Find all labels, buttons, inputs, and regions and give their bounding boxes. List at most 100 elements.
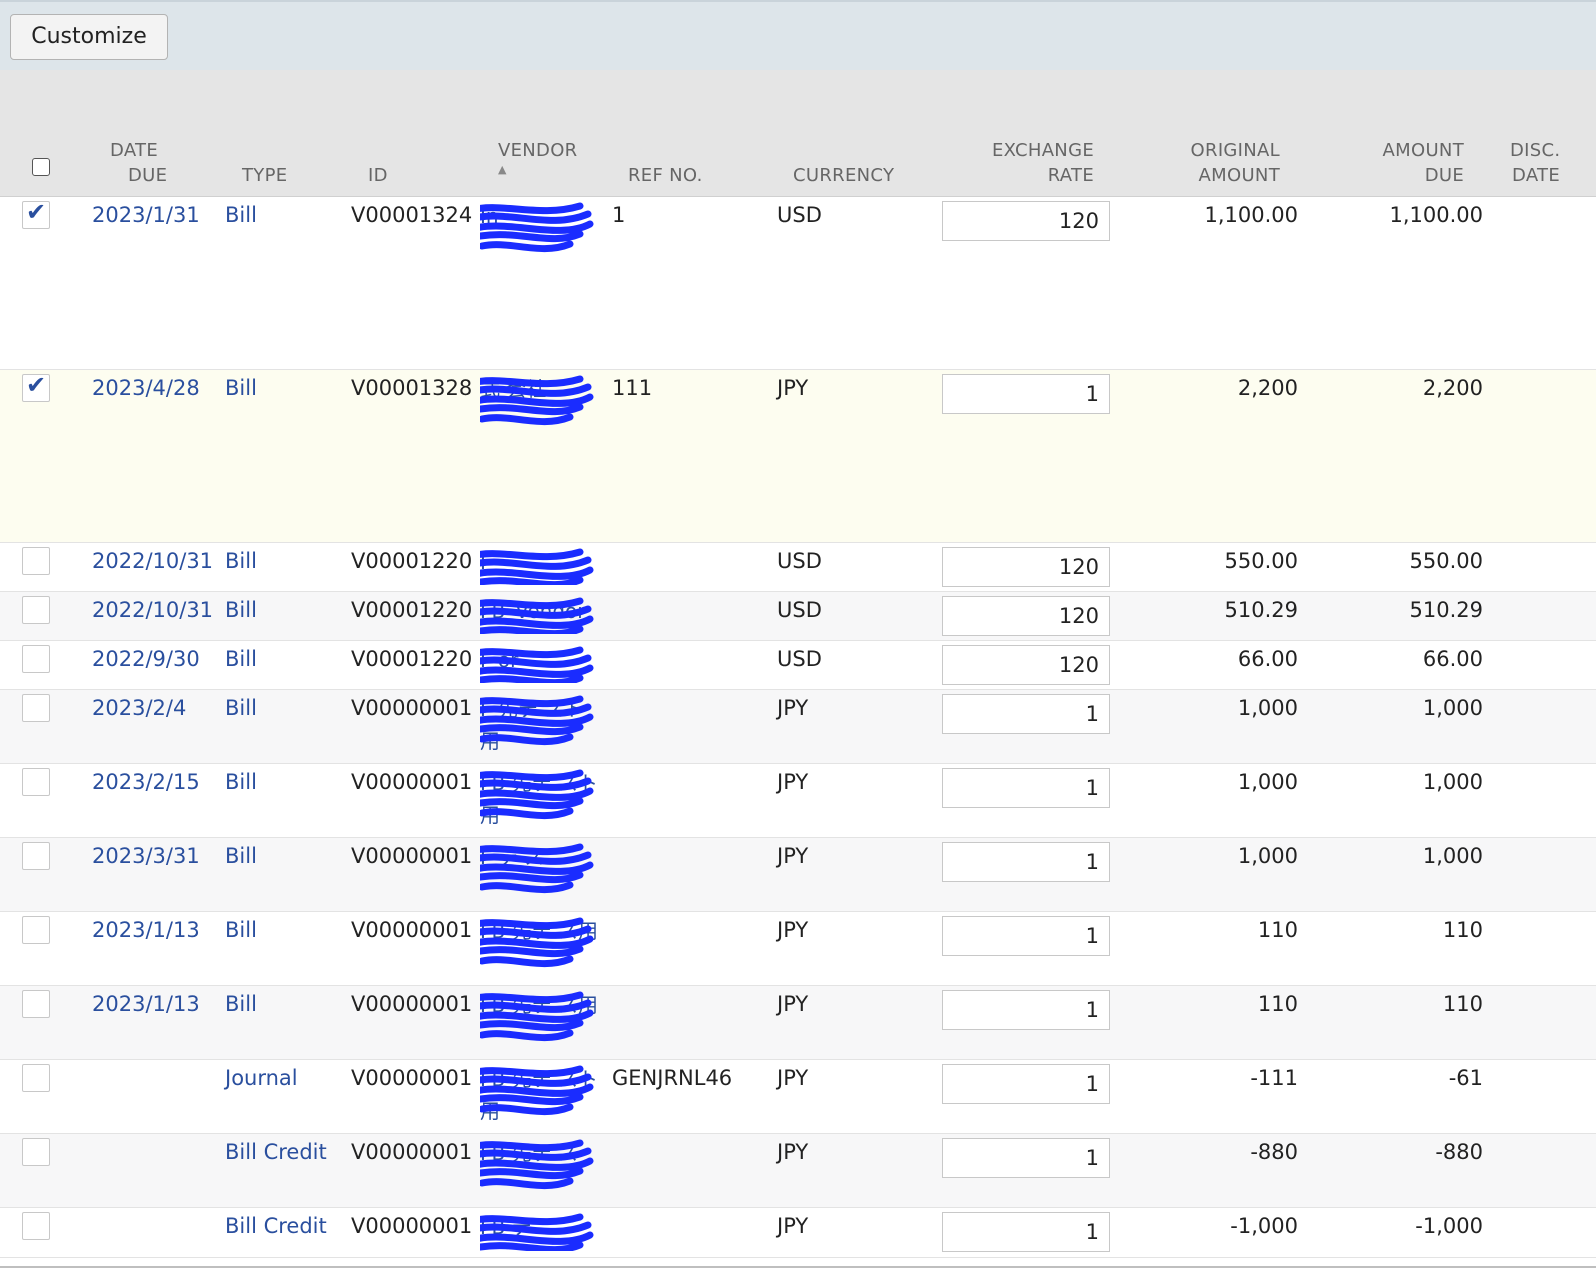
table-row[interactable]: 2023/3/31 Bill V00000001 F テ ス JPY 1 1,0… <box>0 838 1596 912</box>
exchange-rate-input[interactable]: 120 <box>942 201 1110 241</box>
transaction-type-link[interactable]: Bill Credit <box>225 1137 327 1167</box>
transaction-type-link[interactable]: Bill <box>225 915 257 945</box>
redaction-scribble <box>480 695 594 746</box>
column-header-date-due[interactable]: DATE DUE <box>110 138 167 188</box>
column-header-type[interactable]: TYPE <box>242 163 287 188</box>
vendor-link[interactable]: F テ ス <box>480 841 600 905</box>
table-row[interactable]: 2022/9/30 Bill V00001220 F or USD 120 66… <box>0 641 1596 690</box>
column-header-ref-no[interactable]: REF NO. <box>628 163 703 188</box>
exchange-rate-input[interactable]: 1 <box>942 916 1110 956</box>
vendor-link[interactable]: FB 先テ ス用 <box>480 989 600 1053</box>
redaction-scribble <box>480 597 594 634</box>
table-row[interactable]: 2022/10/31 Bill V00001220 F USD 120 550.… <box>0 543 1596 592</box>
column-header-id[interactable]: ID <box>368 163 388 188</box>
column-header-original-amount[interactable]: ORIGINAL AMOUNT <box>1180 138 1280 188</box>
column-header-vendor[interactable]: VENDOR ▲ <box>498 138 578 177</box>
exchange-rate-input[interactable]: 1 <box>942 1212 1110 1252</box>
table-bottom-border <box>0 1266 1596 1268</box>
transaction-type-link[interactable]: Bill <box>225 841 257 871</box>
vendor-link[interactable]: F 先テ スト用 <box>480 693 600 757</box>
header-label: DISC. <box>1510 140 1561 161</box>
currency-code: USD <box>777 647 822 671</box>
table-row[interactable]: Journal V00000001 FB 先テ スト用 GENJRNL46 JP… <box>0 1060 1596 1134</box>
row-select-checkbox[interactable] <box>22 1064 50 1092</box>
transaction-type-link[interactable]: Bill <box>225 644 257 674</box>
currency-code: JPY <box>777 918 809 942</box>
table-row[interactable]: 2022/10/31 Bill V00001220 FB_Vendor USD … <box>0 592 1596 641</box>
vendor-link[interactable]: 式 会社 <box>480 373 600 536</box>
table-row[interactable]: 2023/2/4 Bill V00000001 F 先テ スト用 JPY 1 1… <box>0 690 1596 764</box>
row-select-checkbox[interactable]: ✔ <box>22 198 50 229</box>
row-select-checkbox[interactable] <box>22 645 50 673</box>
transaction-id: V00001220 <box>351 647 473 671</box>
row-select-checkbox[interactable] <box>22 990 50 1018</box>
exchange-rate-input[interactable]: 1 <box>942 374 1110 414</box>
redaction-scribble <box>480 646 594 683</box>
transaction-type-link[interactable]: Bill <box>225 546 257 576</box>
exchange-rate-input[interactable]: 1 <box>942 1138 1110 1178</box>
vendor-link[interactable]: F <box>480 546 600 585</box>
vendor-link[interactable]: FB 先テ スト用 <box>480 767 600 831</box>
transaction-id: V00000001 <box>351 992 473 1016</box>
date-due-link[interactable]: 2023/1/13 <box>92 989 200 1019</box>
vendor-link[interactable]: FB 先テ スト用 <box>480 1063 600 1127</box>
amount-due: -1,000 <box>1415 1214 1483 1238</box>
exchange-rate-input[interactable]: 1 <box>942 694 1110 734</box>
vendor-link[interactable]: FB 先テ ス用 <box>480 915 600 979</box>
currency-code: USD <box>777 598 822 622</box>
table-row[interactable]: ✔ 2023/4/28 Bill V00001328 式 会社 111 JPY … <box>0 370 1596 543</box>
select-all-checkbox[interactable] <box>32 158 50 176</box>
row-select-checkbox[interactable] <box>22 1212 50 1240</box>
transaction-type-link[interactable]: Bill <box>225 767 257 797</box>
vendor-link[interactable]: In <box>480 200 600 363</box>
column-header-amount-due[interactable]: AMOUNT DUE <box>1360 138 1464 188</box>
row-select-checkbox[interactable]: ✔ <box>22 371 50 402</box>
table-row[interactable]: 2023/1/13 Bill V00000001 FB 先テ ス用 JPY 1 … <box>0 986 1596 1060</box>
transaction-type-link[interactable]: Bill <box>225 693 257 723</box>
column-header-currency[interactable]: CURRENCY <box>793 163 894 188</box>
vendor-link[interactable]: FB テ <box>480 1211 600 1251</box>
transaction-type-link[interactable]: Bill <box>225 989 257 1019</box>
vendor-link[interactable]: FB_Vendor <box>480 595 600 634</box>
column-header-disc-date[interactable]: DISC. DATE <box>1510 138 1560 188</box>
exchange-rate-input[interactable]: 1 <box>942 842 1110 882</box>
table-row[interactable]: 2023/1/13 Bill V00000001 FB 先テ ス用 JPY 1 … <box>0 912 1596 986</box>
column-header-exchange-rate[interactable]: EXCHANGE RATE <box>990 138 1094 188</box>
row-select-checkbox[interactable] <box>22 547 50 575</box>
exchange-rate-input[interactable]: 120 <box>942 645 1110 685</box>
date-due-link[interactable]: 2023/1/31 <box>92 200 200 230</box>
table-row[interactable]: 2023/2/15 Bill V00000001 FB 先テ スト用 JPY 1… <box>0 764 1596 838</box>
date-due-link[interactable]: 2022/10/31 <box>92 546 213 576</box>
date-due-link[interactable]: 2023/1/13 <box>92 915 200 945</box>
transaction-type-link[interactable]: Bill <box>225 595 257 625</box>
exchange-rate-input[interactable]: 1 <box>942 768 1110 808</box>
transaction-type-link[interactable]: Bill Credit <box>225 1211 327 1241</box>
row-select-checkbox[interactable] <box>22 768 50 796</box>
original-amount: 1,000 <box>1237 696 1298 720</box>
row-select-checkbox[interactable] <box>22 694 50 722</box>
date-due-link[interactable]: 2023/3/31 <box>92 841 200 871</box>
exchange-rate-input[interactable]: 1 <box>942 1064 1110 1104</box>
date-due-link[interactable]: 2023/2/4 <box>92 693 186 723</box>
date-due-link[interactable]: 2022/9/30 <box>92 644 200 674</box>
table-row[interactable]: Bill Credit V00000001 FB 先テ ス JPY 1 -880… <box>0 1134 1596 1208</box>
row-select-checkbox[interactable] <box>22 842 50 870</box>
transaction-type-link[interactable]: Bill <box>225 373 257 403</box>
vendor-link[interactable]: F or <box>480 644 600 683</box>
date-due-link[interactable]: 2023/2/15 <box>92 767 200 797</box>
exchange-rate-input[interactable]: 120 <box>942 547 1110 587</box>
table-row[interactable]: ✔ 2023/1/31 Bill V00001324 In 1 USD 120 … <box>0 197 1596 370</box>
transaction-type-link[interactable]: Bill <box>225 200 257 230</box>
row-select-checkbox[interactable] <box>22 596 50 624</box>
row-select-checkbox[interactable] <box>22 1138 50 1166</box>
row-select-checkbox[interactable] <box>22 916 50 944</box>
original-amount: -880 <box>1250 1140 1298 1164</box>
customize-button[interactable]: Customize <box>10 14 168 60</box>
transaction-type-link[interactable]: Journal <box>225 1063 298 1093</box>
table-row[interactable]: Bill Credit V00000001 FB テ JPY 1 -1,000 … <box>0 1208 1596 1258</box>
date-due-link[interactable]: 2023/4/28 <box>92 373 200 403</box>
exchange-rate-input[interactable]: 1 <box>942 990 1110 1030</box>
vendor-link[interactable]: FB 先テ ス <box>480 1137 600 1201</box>
exchange-rate-input[interactable]: 120 <box>942 596 1110 636</box>
date-due-link[interactable]: 2022/10/31 <box>92 595 213 625</box>
